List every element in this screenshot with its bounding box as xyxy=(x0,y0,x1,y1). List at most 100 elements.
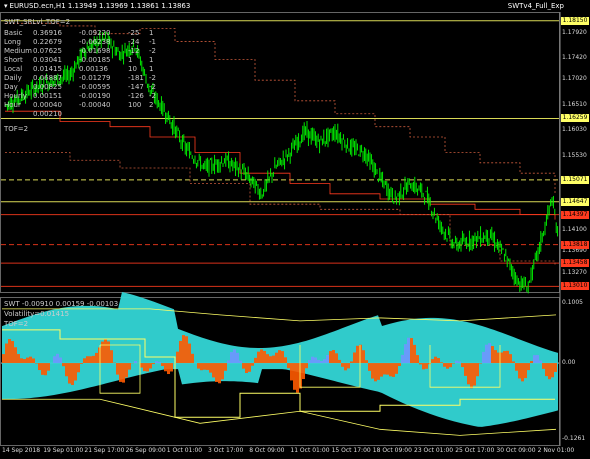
osc-bar xyxy=(272,355,275,364)
osc-bar xyxy=(356,345,359,364)
osc-bar xyxy=(464,363,467,376)
osc-bar xyxy=(203,363,206,370)
osc-bar xyxy=(551,363,554,378)
osc-bar xyxy=(89,356,92,364)
osc-bar xyxy=(323,359,326,364)
osc-bar xyxy=(392,363,395,377)
symbol-dropdown-icon[interactable]: ▾ xyxy=(4,2,8,10)
osc-bar xyxy=(230,352,233,364)
stats-cell: 0.00136 xyxy=(79,65,108,73)
osc-bar xyxy=(362,350,365,364)
osc-bar xyxy=(401,354,404,364)
osc-bar xyxy=(92,355,95,364)
osc-bar xyxy=(128,363,131,370)
osc-bar xyxy=(542,363,545,369)
tof-label: TOF=2 xyxy=(4,125,29,133)
osc-bar xyxy=(461,363,464,368)
osc-bar xyxy=(353,352,356,364)
osc-bar xyxy=(377,363,380,380)
osc-bar xyxy=(212,363,215,378)
osc-bar xyxy=(95,352,98,364)
osc-bar xyxy=(386,363,389,375)
osc-bar xyxy=(440,362,443,364)
srlvl-indicator-title: SWT_SRLvl_TOF=2 xyxy=(4,18,71,26)
stats-cell: 2 xyxy=(149,101,154,109)
osc-bar xyxy=(395,363,398,374)
osc-bar xyxy=(428,363,431,365)
stats-cell: -0.01279 xyxy=(79,74,111,82)
osc-bar xyxy=(53,356,56,364)
osc-bar xyxy=(290,363,293,381)
level-price-tag: 1.13818 xyxy=(561,240,589,249)
date-tick-label: 15 Oct 17:00 xyxy=(331,447,371,454)
level-price-tag: 1.13010 xyxy=(561,282,589,291)
osc-bar xyxy=(425,363,428,369)
osc-bar xyxy=(149,363,152,369)
price-tick-label: 1.17020 xyxy=(562,75,587,83)
osc-bar xyxy=(314,357,317,364)
osc-bar xyxy=(383,363,386,375)
osc-bar xyxy=(236,352,239,364)
osc-bar xyxy=(191,353,194,364)
osc-bar xyxy=(398,363,401,366)
stats-cell: -0.00185 xyxy=(79,56,111,64)
price-tick-label: 1.14100 xyxy=(562,226,587,233)
osc-bar xyxy=(485,344,488,364)
stats-cell: 0.00825 xyxy=(33,83,62,91)
date-tick-label: 26 Sep 09:00 xyxy=(125,447,166,454)
date-tick-label: 14 Sep 2018 xyxy=(2,447,41,454)
osc-bar xyxy=(275,352,278,364)
osc-bar xyxy=(98,347,101,364)
osc-bar xyxy=(224,363,227,371)
template-name: SWTv4_Full_Exp xyxy=(507,2,564,10)
osc-bar xyxy=(209,363,212,373)
stats-cell: -24 xyxy=(128,38,140,46)
osc-bar xyxy=(326,355,329,364)
stats-cell: 0.36916 xyxy=(33,29,62,37)
level-price-tag: 1.16259 xyxy=(561,114,589,123)
osc-bar xyxy=(374,363,377,382)
osc-bar xyxy=(422,363,425,370)
price-tick-label: 1.17420 xyxy=(562,54,587,62)
level-price-tag: 1.13458 xyxy=(561,259,589,268)
osc-bar xyxy=(527,363,530,371)
osc-bar xyxy=(347,363,350,369)
osc-bar xyxy=(533,355,536,364)
level-price-tag: 1.14397 xyxy=(561,210,589,219)
osc-bar xyxy=(200,363,203,371)
osc-bar xyxy=(20,358,23,364)
osc-bar xyxy=(254,357,257,364)
date-tick-label: 18 Oct 09:00 xyxy=(372,447,412,454)
osc-bar xyxy=(350,361,353,364)
stats-cell: Daily xyxy=(4,74,22,82)
osc-bar xyxy=(140,363,143,368)
osc-bar xyxy=(470,363,473,389)
stats-cell: Long xyxy=(4,38,21,46)
osc-bar xyxy=(26,357,29,364)
stats-cell: -2 xyxy=(149,47,156,55)
stats-cell: -0.00595 xyxy=(79,83,111,91)
stats-cell: -0.00190 xyxy=(79,92,111,100)
osc-bar xyxy=(554,363,557,372)
osc-bar xyxy=(233,349,236,364)
osc-bar xyxy=(41,363,44,375)
osc-bar xyxy=(293,363,296,390)
stats-cell: 0.03041 xyxy=(33,56,62,64)
osc-bar xyxy=(524,363,527,379)
stats-row: Day 0.00825 -0.00595 -147 -2 xyxy=(4,83,164,92)
osc-bar xyxy=(548,363,551,380)
osc-bar xyxy=(446,363,449,369)
osc-bar xyxy=(80,363,83,364)
osc-bar xyxy=(197,363,200,369)
osc-bar xyxy=(515,363,518,371)
stats-cell: 1 xyxy=(149,56,154,64)
osc-bar xyxy=(539,360,542,364)
osc-bar xyxy=(152,363,155,365)
osc-bar xyxy=(317,359,320,364)
stats-cell: -181 xyxy=(128,74,144,82)
stats-cell: -0.01698 xyxy=(79,47,111,55)
osc-bar xyxy=(494,350,497,364)
indicator-tof-label: TOF=2 xyxy=(4,320,29,328)
osc-bar xyxy=(110,350,113,364)
stats-cell: Medium xyxy=(4,47,32,55)
